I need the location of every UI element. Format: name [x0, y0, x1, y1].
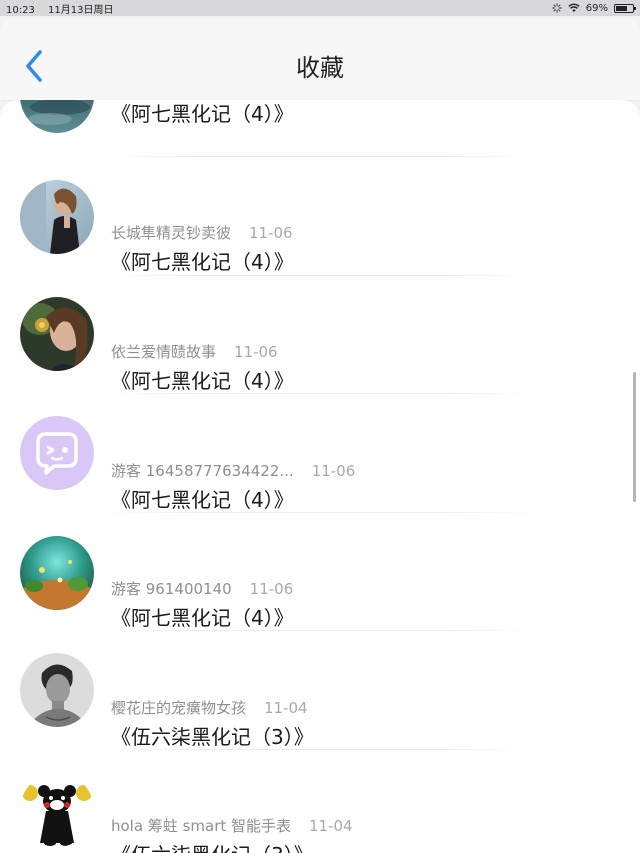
item-meta: 游客 16458777634422... 11-06	[111, 460, 355, 481]
list-item[interactable]: 长城隼精灵钞卖彼 11-06 《阿七黑化记（4）》	[0, 170, 640, 288]
item-date: 11-04	[309, 817, 353, 835]
item-title: 《阿七黑化记（4）》	[111, 369, 294, 393]
item-author[interactable]: 游客 16458777634422...	[111, 462, 294, 480]
woman-photo-avatar	[20, 180, 94, 254]
item-title: 《阿七黑化记（4）》	[111, 606, 294, 630]
item-date: 11-04	[264, 699, 308, 717]
item-date: 11-06	[249, 580, 294, 598]
man-photo-avatar	[20, 653, 94, 727]
item-author[interactable]: 长城隼精灵钞卖彼	[111, 224, 231, 242]
item-title: 《阿七黑化记（4）》	[111, 488, 294, 512]
navigation-bar: 收藏	[0, 18, 640, 100]
favorites-list: 《阿七黑化记（4）》 长城隼精灵钞卖彼 11-06 《阿七黑化记（4）》 依兰爱…	[0, 100, 640, 853]
list-item[interactable]: 依兰爱情赜故事 11-06 《阿七黑化记（4）》	[0, 289, 640, 407]
loading-icon	[551, 3, 562, 13]
item-date: 11-06	[311, 462, 356, 480]
item-meta: 长城隼精灵钞卖彼 11-06	[111, 222, 293, 243]
item-title: 《伍六柒黑化记（3）》	[111, 839, 314, 853]
list-item[interactable]: hola 筹蛀 smart 智能手表 11-04 《伍六柒黑化记（3）》	[0, 763, 640, 853]
bear-mascot-avatar	[20, 773, 94, 847]
battery-icon	[614, 3, 636, 13]
divider	[110, 630, 530, 631]
item-author[interactable]: 樱花庄的宠癀物女孩	[111, 699, 246, 717]
divider	[110, 275, 530, 276]
divider	[110, 512, 530, 513]
item-date: 11-06	[234, 343, 278, 361]
item-author[interactable]: 游客 961400140	[111, 580, 232, 598]
item-meta: 依兰爱情赜故事 11-06	[111, 341, 278, 362]
divider	[110, 393, 530, 394]
list-item[interactable]: 樱花庄的宠癀物女孩 11-04 《伍六柒黑化记（3）》	[0, 645, 640, 763]
status-bar: 10:23 11月13日周日 69%	[0, 0, 640, 16]
divider	[110, 749, 530, 750]
item-title: 《伍六柒黑化记（3）》	[111, 725, 314, 749]
status-time: 10:23	[6, 4, 35, 16]
status-date: 11月13日周日	[48, 4, 114, 16]
item-date: 11-06	[249, 224, 293, 242]
woman-flower-avatar	[20, 297, 94, 371]
page-title: 收藏	[296, 54, 344, 82]
item-title: 《阿七黑化记（4）》	[111, 250, 294, 274]
item-meta: 樱花庄的宠癀物女孩 11-04	[111, 697, 308, 718]
list-item[interactable]: 游客 16458777634422... 11-06 《阿七黑化记（4）》	[0, 408, 640, 526]
water-photo-avatar	[20, 100, 94, 133]
list-item[interactable]: 《阿七黑化记（4）》	[0, 100, 640, 170]
item-meta: 游客 961400140 11-06	[111, 578, 293, 599]
item-author[interactable]: hola 筹蛀 smart 智能手表	[111, 817, 291, 835]
item-meta: hola 筹蛀 smart 智能手表 11-04	[111, 815, 353, 836]
item-title: 《阿七黑化记（4）》	[111, 102, 294, 126]
chat-bubble-avatar	[20, 416, 94, 490]
list-item[interactable]: 游客 961400140 11-06 《阿七黑化记（4）》	[0, 526, 640, 644]
wifi-icon	[568, 3, 580, 12]
scrollbar[interactable]	[633, 372, 636, 502]
fantasy-scene-avatar	[20, 536, 94, 610]
divider	[110, 156, 530, 157]
battery-percent: 69%	[585, 2, 608, 14]
item-author[interactable]: 依兰爱情赜故事	[111, 343, 216, 361]
